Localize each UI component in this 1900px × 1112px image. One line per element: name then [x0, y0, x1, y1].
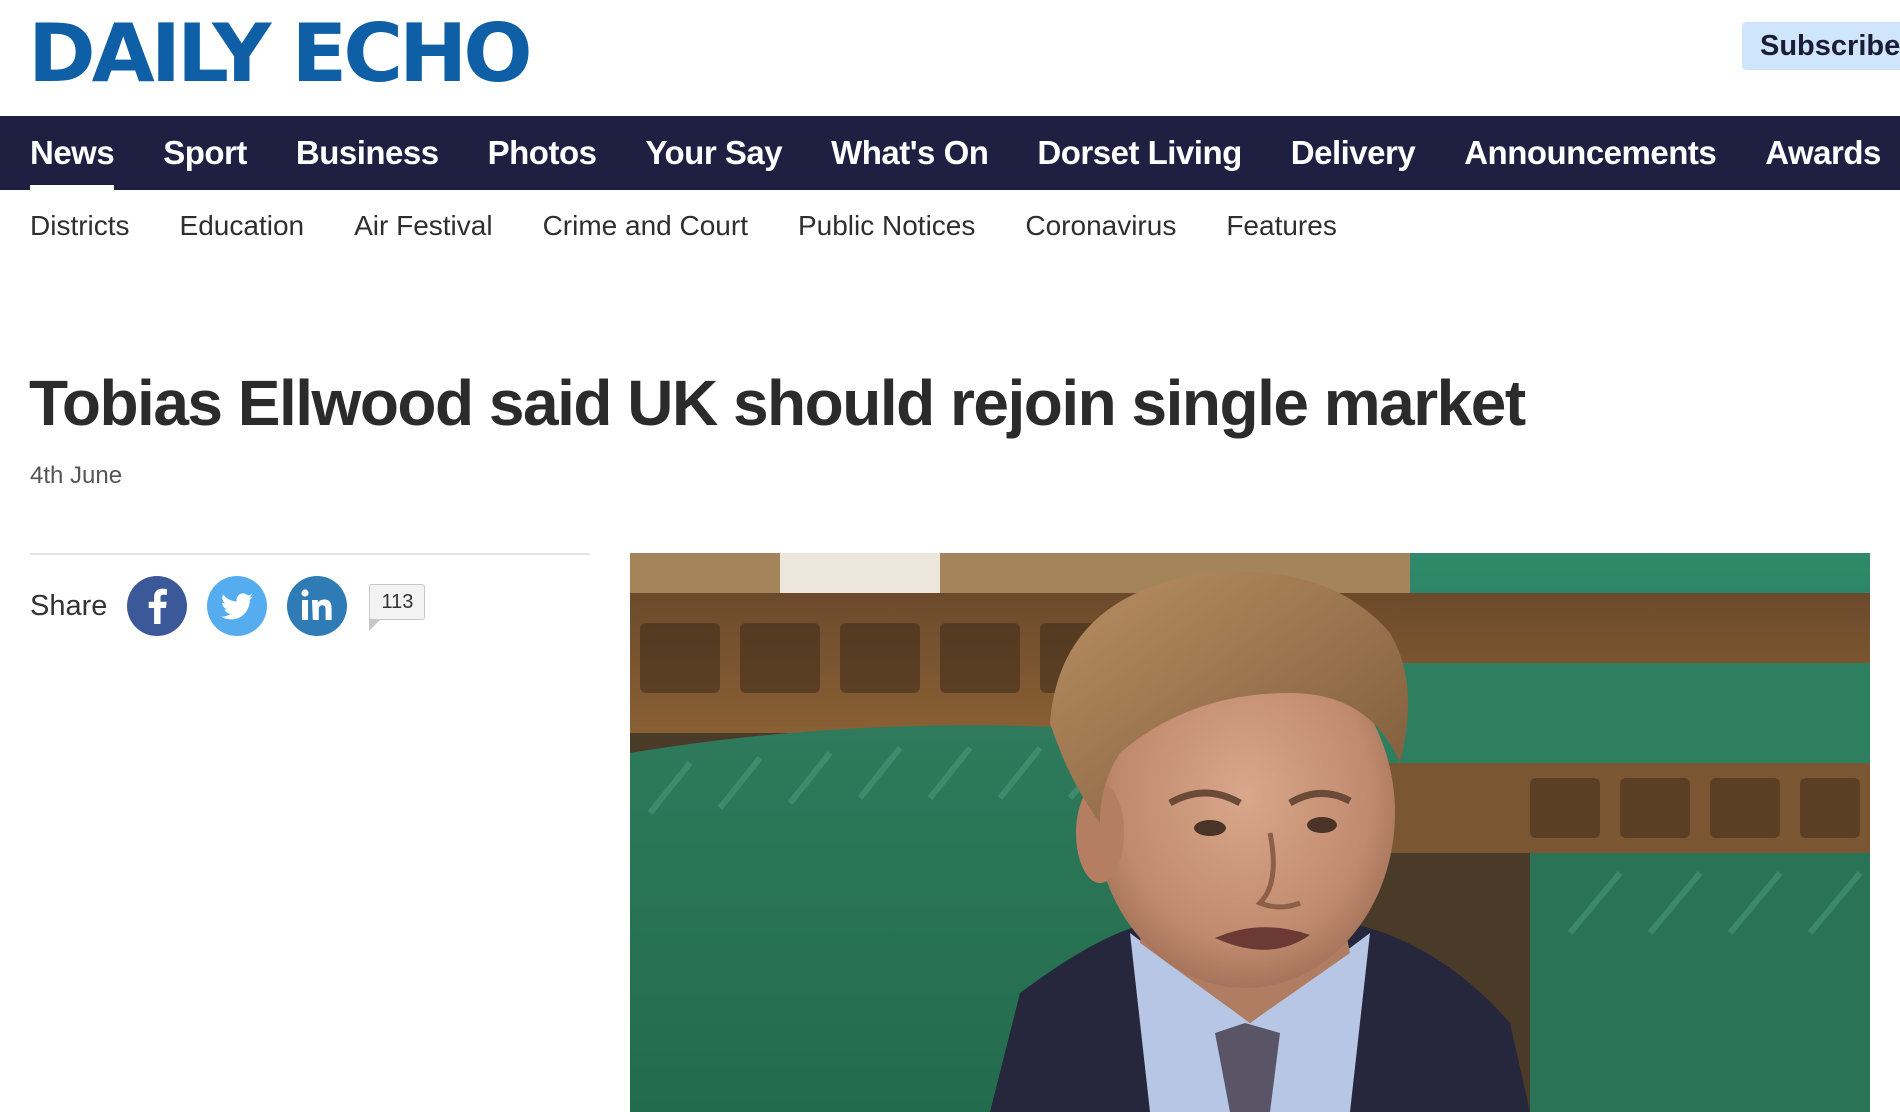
primary-nav: News Sport Business Photos Your Say What… [0, 116, 1900, 190]
nav-item-delivery[interactable]: Delivery [1291, 116, 1416, 190]
share-label: Share [30, 589, 108, 622]
linkedin-share-button[interactable] [287, 576, 348, 636]
nav-item-dorset-living[interactable]: Dorset Living [1037, 116, 1242, 190]
subscribe-button[interactable]: Subscribe [1742, 22, 1900, 70]
subnav-item-districts[interactable]: Districts [30, 204, 130, 248]
hero-photo [630, 553, 1870, 1112]
share-divider [30, 553, 590, 555]
facebook-share-button[interactable] [127, 576, 188, 636]
nav-item-your-say[interactable]: Your Say [645, 116, 782, 190]
article-date: 4th June [30, 462, 123, 489]
nav-item-news[interactable]: News [30, 116, 115, 190]
nav-item-awards[interactable]: Awards [1765, 116, 1881, 190]
linkedin-icon [301, 589, 332, 620]
twitter-share-button[interactable] [207, 576, 268, 636]
twitter-icon [221, 593, 254, 620]
share-bar: Share 113 [30, 574, 426, 638]
comment-count-badge[interactable]: 113 [369, 584, 426, 631]
nav-item-sport[interactable]: Sport [163, 116, 247, 190]
article-hero-image[interactable] [630, 553, 1870, 1112]
nav-item-announcements[interactable]: Announcements [1464, 116, 1717, 190]
site-logo[interactable]: DAILY ECHO [28, 6, 533, 102]
subnav-item-public-notices[interactable]: Public Notices [798, 204, 975, 248]
subnav-item-features[interactable]: Features [1226, 204, 1337, 248]
nav-item-whats-on[interactable]: What's On [831, 116, 989, 190]
subnav-item-air-festival[interactable]: Air Festival [354, 204, 492, 248]
subnav-item-crime-and-court[interactable]: Crime and Court [543, 204, 748, 248]
subnav-item-coronavirus[interactable]: Coronavirus [1025, 204, 1176, 248]
nav-item-business[interactable]: Business [296, 116, 439, 190]
facebook-icon [149, 588, 168, 624]
subnav-item-education[interactable]: Education [180, 204, 305, 248]
nav-item-photos[interactable]: Photos [488, 116, 597, 190]
article-headline: Tobias Ellwood said UK should rejoin sin… [29, 367, 1526, 439]
secondary-nav: Districts Education Air Festival Crime a… [30, 204, 1387, 248]
